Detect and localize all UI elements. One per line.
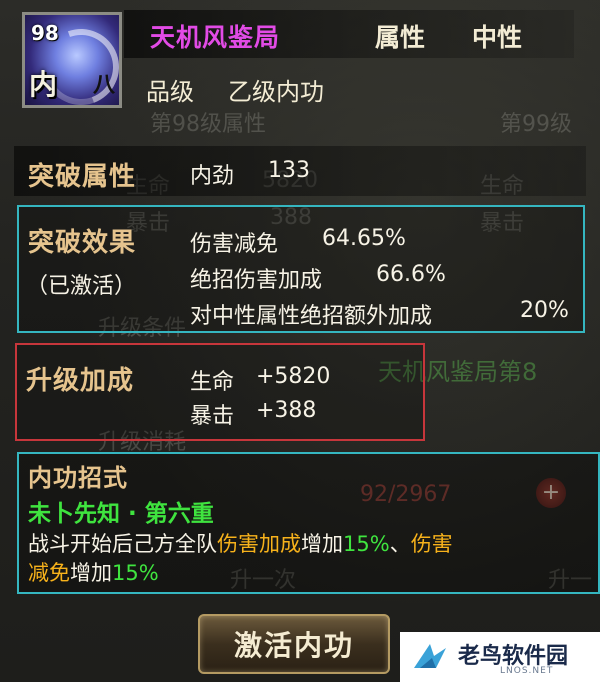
bird-logo-icon bbox=[414, 644, 446, 668]
bonus-value: +5820 bbox=[256, 364, 331, 389]
bonus-label: 生命 bbox=[190, 370, 235, 395]
desc-value: 15% bbox=[343, 532, 390, 556]
ghost-text: 第99级 bbox=[500, 112, 572, 137]
desc-highlight: 伤害 bbox=[410, 532, 453, 556]
activate-skill-button[interactable]: 激活内功 bbox=[198, 614, 390, 674]
attribute-label: 属性 bbox=[375, 23, 426, 52]
grade-value: 乙级内功 bbox=[228, 78, 324, 106]
desc-highlight: 伤害加成 bbox=[217, 532, 301, 556]
desc-highlight: 减免 bbox=[28, 561, 70, 585]
desc-text: 增加 bbox=[70, 561, 112, 585]
watermark: 老鸟软件园 LNOS.NET bbox=[400, 632, 600, 682]
breakthrough-stat-value: 133 bbox=[268, 158, 310, 183]
breakthrough-stat-name: 内劲 bbox=[190, 164, 235, 189]
ghost-text: 第98级属性 bbox=[150, 112, 266, 137]
skill-move-title: 内功招式 bbox=[28, 464, 128, 492]
breakthrough-attribute-title: 突破属性 bbox=[28, 162, 137, 192]
watermark-subtext: LNOS.NET bbox=[500, 666, 554, 676]
desc-value: 15% bbox=[112, 561, 159, 585]
bonus-value: +388 bbox=[256, 398, 317, 423]
desc-text: 、 bbox=[389, 532, 411, 556]
effect-value: 20% bbox=[520, 298, 569, 323]
level-badge: 98 bbox=[31, 21, 59, 45]
activation-status: （已激活） bbox=[26, 274, 137, 299]
move-description: 战斗开始后己方全队伤害加成增加15%、伤害 减免增加15% bbox=[28, 530, 596, 588]
effect-label: 绝招伤害加成 bbox=[190, 268, 323, 293]
skill-name: 天机风鉴局 bbox=[150, 23, 281, 52]
breakthrough-effect-title: 突破效果 bbox=[28, 228, 137, 258]
attribute-value: 中性 bbox=[472, 23, 523, 52]
desc-text: 增加 bbox=[301, 532, 343, 556]
bonus-label: 暴击 bbox=[190, 404, 235, 429]
effect-label: 伤害减免 bbox=[190, 232, 279, 257]
move-name: 未卜先知 · 第六重 bbox=[28, 501, 214, 527]
grade-label: 品级 bbox=[146, 78, 194, 106]
effect-label: 对中性属性绝招额外加成 bbox=[190, 304, 433, 329]
desc-text: 战斗开始后己方全队 bbox=[28, 532, 217, 556]
skill-type-label: 内 bbox=[29, 68, 58, 101]
effect-value: 64.65% bbox=[322, 226, 406, 251]
skill-icon[interactable]: 98 内 八 bbox=[22, 12, 122, 108]
effect-value: 66.6% bbox=[376, 262, 446, 287]
skill-tier-mark: 八 bbox=[92, 73, 115, 98]
upgrade-bonus-title: 升级加成 bbox=[26, 366, 135, 396]
